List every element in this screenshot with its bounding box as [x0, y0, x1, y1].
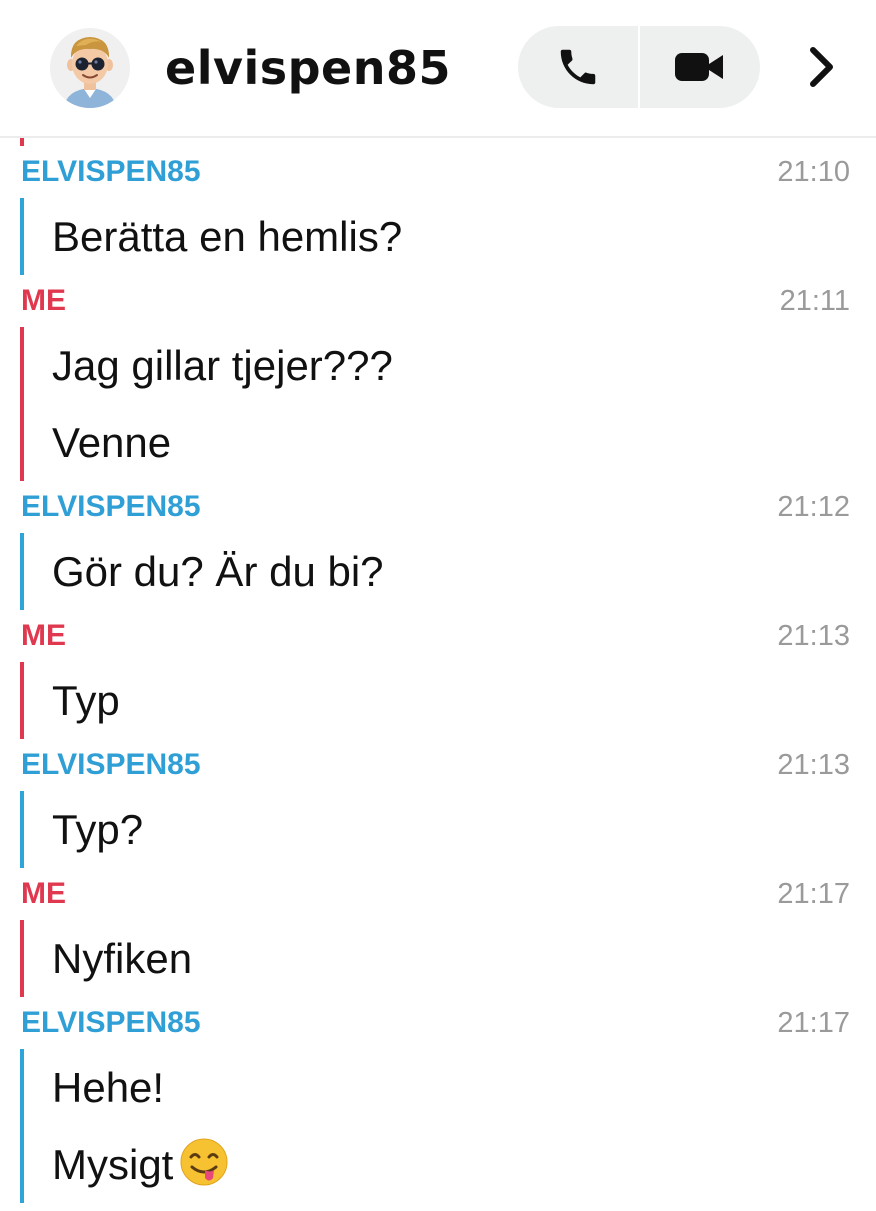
- sender-name: ELVISPEN85: [21, 155, 201, 188]
- message-header: ELVISPEN85 21:13: [0, 739, 876, 791]
- phone-icon: [560, 49, 596, 85]
- message-group: ELVISPEN85 21:10 Berätta en hemlis?: [0, 146, 876, 275]
- message-text: Berätta en hemlis?: [52, 213, 403, 260]
- previous-message-edge: [20, 138, 24, 146]
- sender-name: ME: [21, 619, 66, 652]
- video-camera-icon: [675, 53, 723, 81]
- chat-header: elvispen85: [0, 0, 876, 138]
- call-button-group: [518, 26, 760, 108]
- message-timestamp: 21:17: [777, 878, 850, 910]
- message-header: ELVISPEN85 21:12: [0, 481, 876, 533]
- message-text: Hehe!: [52, 1064, 165, 1111]
- message-line[interactable]: Venne: [52, 404, 876, 481]
- sender-name: ELVISPEN85: [21, 748, 201, 781]
- message-header: ME 21:17: [0, 868, 876, 920]
- message-text: Nyfiken: [52, 935, 193, 982]
- message-bubble[interactable]: Jag gillar tjejer??? Venne: [20, 327, 876, 481]
- chat-username[interactable]: elvispen85: [165, 38, 451, 98]
- message-line[interactable]: Berätta en hemlis?: [52, 198, 876, 275]
- bitmoji-avatar-icon[interactable]: [50, 28, 130, 108]
- message-group: ELVISPEN85 21:12 Gör du? Är du bi?: [0, 481, 876, 610]
- message-group: ME 21:17 Nyfiken: [0, 868, 876, 997]
- message-header: ELVISPEN85 21:17: [0, 997, 876, 1049]
- sender-name: ME: [21, 284, 66, 317]
- message-group: ME 21:11 Jag gillar tjejer??? Venne: [0, 275, 876, 481]
- message-line[interactable]: Hehe!: [52, 1049, 876, 1126]
- message-header: ME 21:13: [0, 610, 876, 662]
- message-line[interactable]: Gör du? Är du bi?: [52, 533, 876, 610]
- message-text: Mysigt: [52, 1141, 174, 1188]
- message-timestamp: 21:13: [777, 749, 850, 781]
- message-line[interactable]: Nyfiken: [52, 920, 876, 997]
- message-bubble[interactable]: Berätta en hemlis?: [20, 198, 876, 275]
- message-bubble[interactable]: Typ?: [20, 791, 876, 868]
- message-timestamp: 21:10: [777, 156, 850, 188]
- voice-call-button[interactable]: [518, 26, 638, 108]
- message-line[interactable]: Jag gillar tjejer???: [52, 327, 876, 404]
- message-bubble[interactable]: Nyfiken: [20, 920, 876, 997]
- message-timestamp: 21:12: [777, 491, 850, 523]
- sender-name: ELVISPEN85: [21, 490, 201, 523]
- message-timestamp: 21:11: [779, 285, 850, 317]
- message-header: ELVISPEN85 21:10: [0, 146, 876, 198]
- message-header: ME 21:11: [0, 275, 876, 327]
- message-group: ELVISPEN85 21:17 Hehe! Mysigt: [0, 997, 876, 1203]
- message-group: ME 21:13 Typ: [0, 610, 876, 739]
- sender-name: ELVISPEN85: [21, 1006, 201, 1039]
- video-call-button[interactable]: [640, 26, 760, 108]
- message-bubble[interactable]: Typ: [20, 662, 876, 739]
- message-text: Venne: [52, 419, 172, 466]
- face-savoring-food-emoji-icon: [179, 1134, 229, 1211]
- message-line[interactable]: Mysigt: [52, 1126, 876, 1203]
- message-text: Gör du? Är du bi?: [52, 548, 384, 595]
- message-timestamp: 21:13: [777, 620, 850, 652]
- message-line[interactable]: Typ?: [52, 791, 876, 868]
- message-text: Typ: [52, 677, 120, 724]
- message-bubble[interactable]: Hehe! Mysigt: [20, 1049, 876, 1203]
- message-group: ELVISPEN85 21:13 Typ?: [0, 739, 876, 868]
- message-timestamp: 21:17: [777, 1007, 850, 1039]
- message-list: ELVISPEN85 21:10 Berätta en hemlis? ME 21:11…: [0, 146, 876, 1203]
- message-text: Jag gillar tjejer???: [52, 342, 393, 389]
- message-line[interactable]: Typ: [52, 662, 876, 739]
- chevron-right-icon[interactable]: [800, 40, 844, 94]
- sender-name: ME: [21, 877, 66, 910]
- message-bubble[interactable]: Gör du? Är du bi?: [20, 533, 876, 610]
- message-text: Typ?: [52, 806, 144, 853]
